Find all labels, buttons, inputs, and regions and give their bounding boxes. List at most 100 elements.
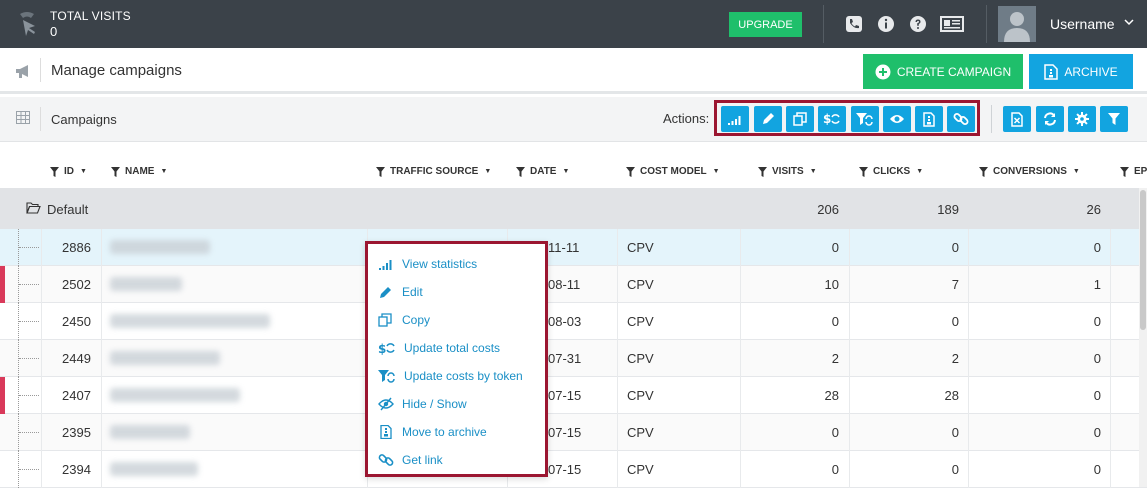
campaigns-label: Campaigns bbox=[51, 112, 117, 127]
group-row[interactable]: Default 206 189 26 bbox=[0, 188, 1147, 229]
campaign-date: 08-03 bbox=[548, 314, 582, 329]
create-campaign-button[interactable]: CREATE CAMPAIGN bbox=[863, 54, 1023, 89]
table-row[interactable]: 2394 07-15 CPV 0 0 0 bbox=[0, 451, 1147, 488]
menu-item-get-link[interactable]: Get link bbox=[378, 450, 443, 470]
update-costs-button[interactable]: $ bbox=[818, 106, 846, 132]
column-header-ep[interactable]: EP bbox=[1120, 166, 1147, 177]
campaign-name-redacted[interactable] bbox=[110, 425, 190, 439]
upgrade-button[interactable]: UPGRADE bbox=[729, 12, 802, 37]
refresh-button[interactable] bbox=[1036, 106, 1064, 132]
info-icon[interactable] bbox=[877, 15, 895, 33]
column-label: COST MODEL bbox=[640, 166, 707, 177]
campaign-visits: 28 bbox=[824, 388, 839, 403]
filter-button[interactable] bbox=[1100, 106, 1128, 132]
get-link-button[interactable] bbox=[947, 106, 975, 132]
column-header-id[interactable]: ID ▼ bbox=[50, 166, 87, 177]
filter-icon[interactable] bbox=[626, 166, 635, 177]
megaphone-icon bbox=[16, 65, 28, 78]
campaign-name-redacted[interactable] bbox=[110, 462, 198, 476]
table-row[interactable]: 2886 11-11 CPV 0 0 0 bbox=[0, 229, 1147, 266]
filter-icon[interactable] bbox=[516, 166, 525, 177]
menu-item-update-costs-by-token[interactable]: Update costs by token bbox=[378, 366, 523, 386]
campaign-name-redacted[interactable] bbox=[110, 240, 210, 254]
update-costs-icon: $ bbox=[378, 342, 395, 355]
help-icon[interactable] bbox=[909, 15, 927, 33]
campaign-cost-model: CPV bbox=[627, 314, 654, 329]
filter-icon[interactable] bbox=[979, 166, 988, 177]
menu-item-edit[interactable]: Edit bbox=[378, 282, 423, 302]
column-header-date[interactable]: DATE ▼ bbox=[516, 166, 569, 177]
avatar[interactable] bbox=[998, 6, 1036, 42]
update-costs-by-token-button[interactable] bbox=[851, 106, 879, 132]
filter-icon[interactable] bbox=[758, 166, 767, 177]
table-row[interactable]: 2407 07-15 CPV 28 28 0 bbox=[0, 377, 1147, 414]
campaign-visits: 2 bbox=[831, 351, 839, 366]
filter-icon[interactable] bbox=[111, 166, 120, 177]
column-header-conversions[interactable]: CONVERSIONS ▼ bbox=[979, 166, 1080, 177]
view-statistics-button[interactable] bbox=[721, 106, 749, 132]
scrollbar-thumb[interactable] bbox=[1140, 190, 1146, 330]
column-divider bbox=[1110, 451, 1111, 488]
column-divider bbox=[1110, 340, 1111, 377]
campaign-name-redacted[interactable] bbox=[110, 314, 270, 328]
hide-show-button[interactable] bbox=[883, 106, 911, 132]
news-icon[interactable] bbox=[940, 15, 964, 33]
menu-item-copy[interactable]: Copy bbox=[378, 310, 430, 330]
column-header-visits[interactable]: VISITS ▼ bbox=[758, 166, 817, 177]
username[interactable]: Username bbox=[1050, 16, 1115, 32]
phone-icon[interactable] bbox=[845, 15, 863, 33]
campaign-clicks: 0 bbox=[951, 314, 959, 329]
menu-item-move-to-archive[interactable]: Move to archive bbox=[378, 422, 487, 442]
column-header-clicks[interactable]: CLICKS ▼ bbox=[859, 166, 923, 177]
campaign-visits: 0 bbox=[831, 240, 839, 255]
settings-button[interactable] bbox=[1068, 106, 1096, 132]
filter-icon[interactable] bbox=[376, 166, 385, 177]
archive-button[interactable]: ARCHIVE bbox=[1029, 54, 1133, 89]
export-excel-button[interactable] bbox=[1003, 106, 1031, 132]
table-row[interactable]: 2449 07-31 CPV 2 2 0 bbox=[0, 340, 1147, 377]
filter-icon[interactable] bbox=[859, 166, 868, 177]
campaign-name-redacted[interactable] bbox=[110, 388, 240, 402]
plus-circle-icon bbox=[875, 64, 891, 79]
page-header: Manage campaigns CREATE CAMPAIGN ARCHIVE bbox=[0, 48, 1147, 94]
statistics-icon bbox=[728, 116, 741, 125]
table-row[interactable]: 2450 08-03 CPV 0 0 0 bbox=[0, 303, 1147, 340]
context-menu: View statistics Edit Copy $ Update total… bbox=[365, 241, 548, 477]
filter-icon[interactable] bbox=[1120, 166, 1129, 177]
column-divider bbox=[849, 303, 850, 340]
column-divider bbox=[1110, 303, 1111, 340]
column-divider bbox=[1110, 377, 1111, 414]
menu-item-label: View statistics bbox=[402, 257, 478, 271]
group-clicks: 189 bbox=[937, 202, 959, 217]
column-divider bbox=[617, 303, 618, 340]
total-visits-label: TOTAL VISITS bbox=[50, 9, 131, 23]
campaign-name-redacted[interactable] bbox=[110, 277, 182, 291]
column-header-traffic-source[interactable]: TRAFFIC SOURCE ▼ bbox=[376, 166, 491, 177]
menu-item-view-statistics[interactable]: View statistics bbox=[378, 254, 477, 274]
copy-button[interactable] bbox=[786, 106, 814, 132]
table-icon bbox=[16, 111, 30, 124]
column-header-cost-model[interactable]: COST MODEL ▼ bbox=[626, 166, 720, 177]
column-divider bbox=[968, 229, 969, 266]
table-row[interactable]: 2395 07-15 CPV 0 0 0 bbox=[0, 414, 1147, 451]
edit-button[interactable] bbox=[754, 106, 782, 132]
column-divider bbox=[740, 340, 741, 377]
menu-item-hide-show[interactable]: Hide / Show bbox=[378, 394, 467, 414]
column-divider bbox=[617, 414, 618, 451]
menu-item-update-total-costs[interactable]: $ Update total costs bbox=[378, 338, 500, 358]
campaign-id: 2449 bbox=[62, 351, 91, 366]
caret-down-icon: ▼ bbox=[712, 168, 720, 175]
column-header-name[interactable]: NAME ▼ bbox=[111, 166, 167, 177]
tree-connector bbox=[18, 229, 39, 266]
filter-icon[interactable] bbox=[50, 166, 59, 177]
move-to-archive-button[interactable] bbox=[915, 106, 943, 132]
chevron-down-icon[interactable] bbox=[1124, 17, 1134, 27]
column-divider bbox=[968, 377, 969, 414]
campaign-name-redacted[interactable] bbox=[110, 351, 220, 365]
column-divider bbox=[849, 414, 850, 451]
campaign-conversions: 0 bbox=[1093, 462, 1101, 477]
table-row[interactable]: 2502 08-11 CPV 10 7 1 bbox=[0, 266, 1147, 303]
column-divider bbox=[41, 377, 42, 414]
menu-item-label: Update costs by token bbox=[404, 369, 523, 383]
campaign-clicks: 7 bbox=[951, 277, 959, 292]
